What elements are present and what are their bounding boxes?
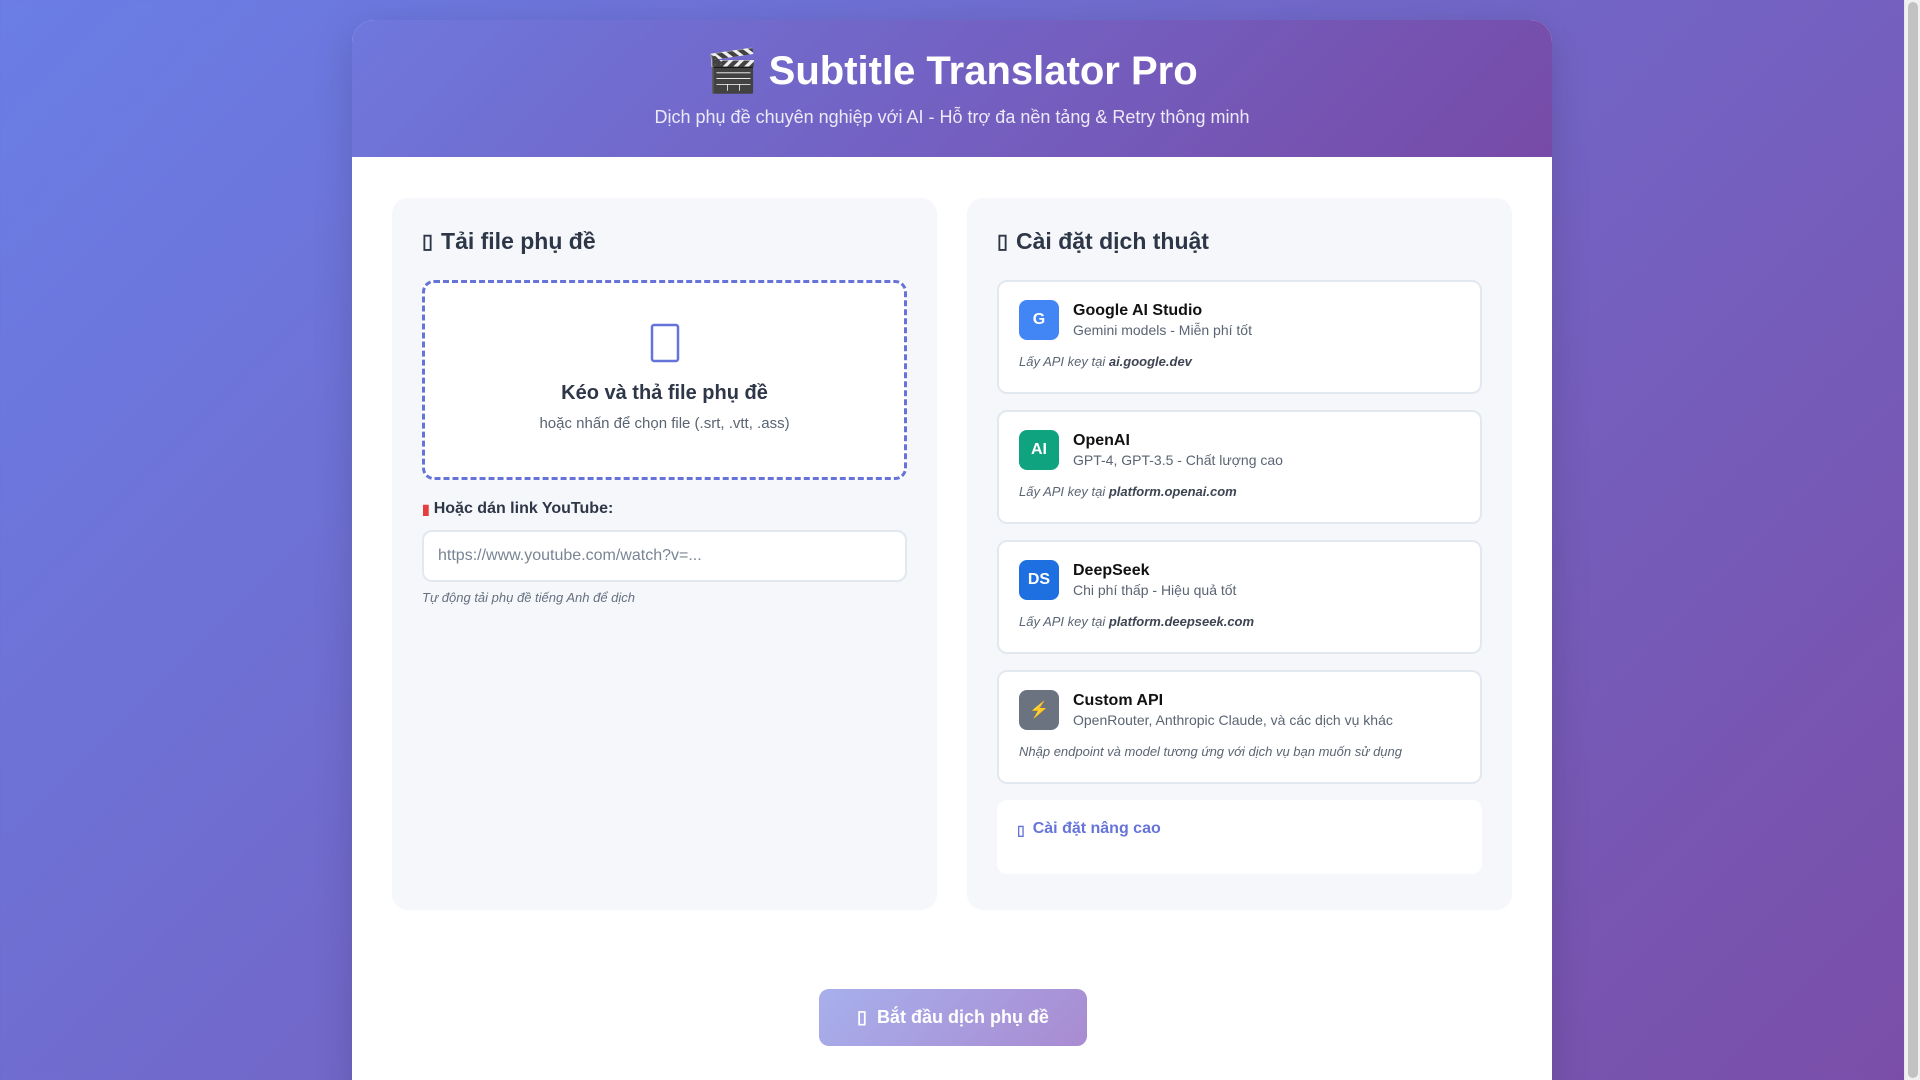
provider-card[interactable]: DS DeepSeek Chi phí thấp - Hiệu quả tốt Lấy… [997, 540, 1482, 654]
provider-link[interactable]: platform.deepseek.com [1109, 614, 1254, 629]
youtube-label-text: Hoặc dán link YouTube: [433, 500, 614, 517]
provider-note-text: Nhập endpoint và model tương ứng với dịc… [1019, 744, 1402, 759]
provider-logo-icon: G [1019, 300, 1059, 340]
provider-link[interactable]: platform.openai.com [1109, 484, 1237, 499]
provider-description: Chi phí thấp - Hiệu quả tốt [1073, 582, 1237, 598]
scrollbar-thumb[interactable] [1908, 2, 1918, 1078]
provider-list: G Google AI Studio Gemini models - Miễn ph… [997, 280, 1482, 784]
provider-logo-icon: DS [1019, 560, 1059, 600]
provider-name: OpenAI [1073, 432, 1130, 449]
clapperboard-icon: 🎬 [706, 47, 759, 94]
provider-description: OpenRouter, Anthropic Claude, và các dịc… [1073, 712, 1393, 728]
play-icon: ▯ [857, 1007, 867, 1027]
provider-card[interactable]: AI OpenAI GPT-4, GPT-3.5 - Chất lượng cao L… [997, 410, 1482, 524]
provider-logo-icon: ⚡ [1019, 690, 1059, 730]
upload-panel-heading: ▯ Tải file phụ đề [422, 228, 907, 255]
provider-note-text: Lấy API key tại [1019, 484, 1109, 499]
upload-panel-title: Tải file phụ đề [441, 228, 596, 254]
provider-logo-icon: AI [1019, 430, 1059, 470]
provider-card[interactable]: ⚡ Custom API OpenRouter, Anthropic Claude,… [997, 670, 1482, 784]
provider-name: Google AI Studio [1073, 302, 1203, 319]
settings-panel: ▯ Cài đặt dịch thuật G Google AI Studio Ge… [967, 198, 1512, 910]
provider-link[interactable]: ai.google.dev [1109, 354, 1192, 369]
start-translation-label: Bắt đầu dịch phụ đề [876, 1007, 1049, 1027]
youtube-label: ▮ Hoặc dán link YouTube: [422, 500, 907, 518]
app-title: Subtitle Translator Pro [768, 49, 1198, 93]
app-header: 🎬 Subtitle Translator Pro Dịch phụ đề ch… [352, 20, 1552, 157]
provider-description: Gemini models - Miễn phí tốt [1073, 322, 1252, 338]
provider-note: Lấy API key tại platform.openai.com [1019, 484, 1460, 499]
provider-name: DeepSeek [1073, 562, 1150, 579]
provider-note: Lấy API key tại ai.google.dev [1019, 354, 1460, 369]
settings-panel-title: Cài đặt dịch thuật [1016, 228, 1209, 254]
provider-note: Lấy API key tại platform.deepseek.com [1019, 614, 1460, 629]
upload-panel: ▯ Tải file phụ đề Kéo và thả file phụ đề… [392, 198, 937, 910]
dropzone-subtitle: hoặc nhấn để chọn file (.srt, .vtt, .ass… [539, 415, 790, 432]
provider-description: GPT-4, GPT-3.5 - Chất lượng cao [1073, 452, 1283, 468]
advanced-settings-label: Cài đặt nâng cao [1032, 820, 1161, 837]
file-dropzone[interactable]: Kéo và thả file phụ đề hoặc nhấn để chọn… [422, 280, 907, 480]
app-subtitle: Dịch phụ đề chuyên nghiệp với AI - Hỗ tr… [654, 107, 1250, 127]
gear-icon: ▯ [1017, 822, 1025, 838]
settings-panel-heading: ▯ Cài đặt dịch thuật [997, 228, 1482, 255]
upload-file-icon [649, 323, 681, 363]
youtube-url-input[interactable] [422, 530, 907, 582]
youtube-hint: Tự động tải phụ đề tiếng Anh để dịch [422, 590, 636, 605]
provider-card[interactable]: G Google AI Studio Gemini models - Miễn ph… [997, 280, 1482, 394]
advanced-settings-toggle[interactable]: ▯ Cài đặt nâng cao [997, 800, 1482, 874]
app-container: 🎬 Subtitle Translator Pro Dịch phụ đề ch… [352, 20, 1552, 1080]
start-translation-button[interactable]: ▯ Bắt đầu dịch phụ đề [819, 989, 1087, 1046]
youtube-icon: ▮ [422, 500, 430, 517]
page-scrollbar[interactable] [1904, 0, 1920, 1080]
dropzone-title: Kéo và thả file phụ đề [561, 382, 768, 404]
file-icon: ▯ [422, 231, 434, 253]
provider-name: Custom API [1073, 692, 1164, 709]
provider-note-text: Lấy API key tại [1019, 354, 1109, 369]
provider-note-text: Lấy API key tại [1019, 614, 1109, 629]
provider-note: Nhập endpoint và model tương ứng với dịc… [1019, 744, 1460, 759]
settings-icon: ▯ [997, 231, 1009, 253]
